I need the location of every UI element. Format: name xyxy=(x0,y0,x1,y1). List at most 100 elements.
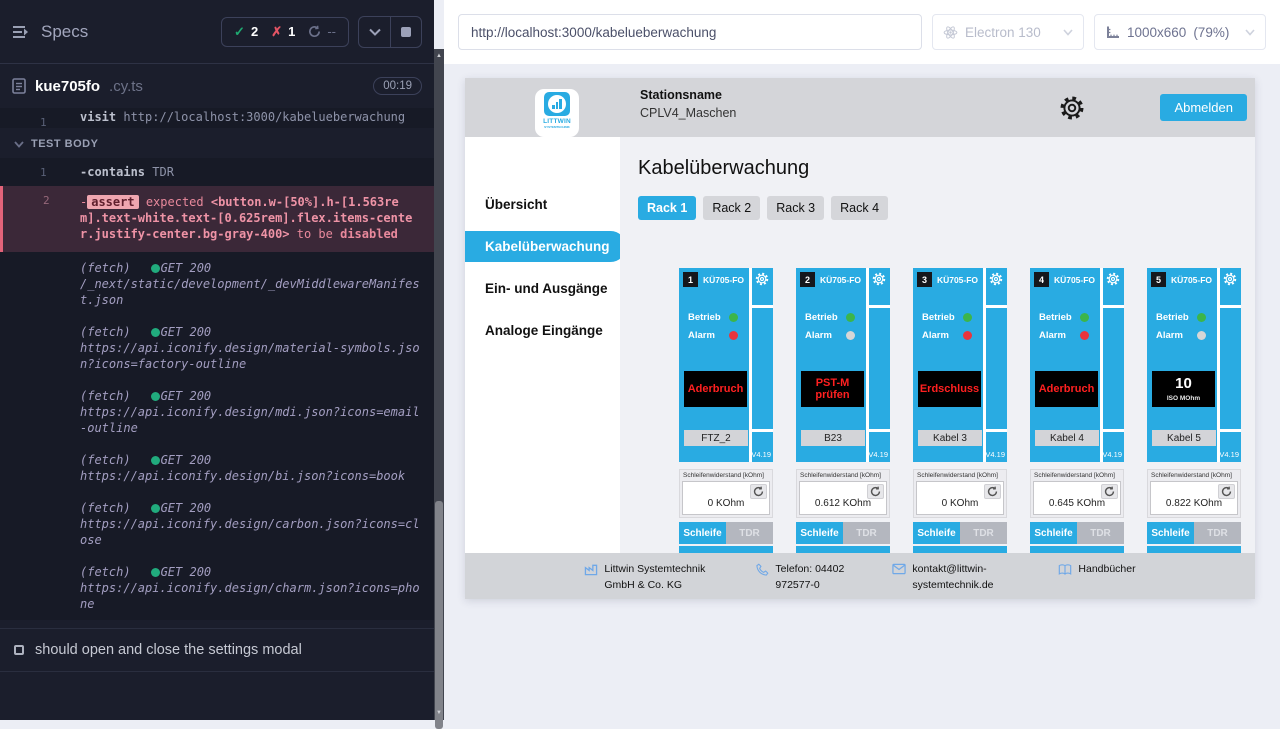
stat-pending[interactable]: -- xyxy=(308,24,336,39)
card-gear-icon[interactable] xyxy=(872,272,887,287)
collapse-tests-button[interactable] xyxy=(359,17,390,47)
reporter-header: Specs ✓ 2 ✗ 1 -- xyxy=(0,0,434,64)
log-assert-command-failed[interactable]: 2 -assert expected <button.w-[50%].h-[1.… xyxy=(0,186,434,252)
tdr-button[interactable]: TDR xyxy=(726,522,773,544)
divider xyxy=(1217,268,1220,462)
viewport-select[interactable]: 1000x660 (79%) xyxy=(1094,14,1266,50)
divider xyxy=(983,268,986,462)
resistance-value: 0.612 KOhm xyxy=(815,498,871,509)
resistance-panel: Schleifenwiderstand [kOhm]0.645 KOhm xyxy=(1030,469,1124,518)
next-test-row[interactable]: should open and close the settings modal xyxy=(0,628,434,672)
fetch-log-entry[interactable]: (fetch)GET 200https://api.iconify.design… xyxy=(0,492,434,556)
resistance-panel: Schleifenwiderstand [kOhm]0 KOhm xyxy=(913,469,1007,518)
card-gear-icon[interactable] xyxy=(989,272,1004,287)
status-text: Aderbruch xyxy=(688,383,744,395)
spec-row[interactable]: kue705fo .cy.ts 00:19 xyxy=(0,64,434,108)
success-dot-icon xyxy=(151,392,160,401)
spec-duration: 00:19 xyxy=(373,77,422,95)
tab-rack-3[interactable]: Rack 3 xyxy=(767,196,824,220)
led-label: Betrieb xyxy=(1039,312,1073,323)
card-title: KÜ705-FO xyxy=(1168,275,1215,285)
fetch-log-entry[interactable]: (fetch)GET 200https://api.iconify.design… xyxy=(0,380,434,444)
schleife-button[interactable]: Schleife xyxy=(796,522,843,544)
tab-rack-1[interactable]: Rack 1 xyxy=(638,196,696,220)
stop-run-button[interactable] xyxy=(390,17,421,47)
fetch-url: https://api.iconify.design/bi.json?icons… xyxy=(80,468,420,484)
led-label: Alarm xyxy=(688,330,722,341)
logout-button[interactable]: Abmelden xyxy=(1160,94,1247,121)
card-gear-icon[interactable] xyxy=(1223,272,1238,287)
fetch-log-entry[interactable]: (fetch)GET 200https://api.iconify.design… xyxy=(0,444,434,492)
tdr-button[interactable]: TDR xyxy=(1077,522,1124,544)
sidebar-item-kabel-berwachung[interactable]: Kabelüberwachung xyxy=(465,231,626,262)
card-buttons: SchleifeTDR xyxy=(1147,522,1241,544)
fetch-log-entry[interactable]: (fetch)GET 200https://api.iconify.design… xyxy=(0,556,434,620)
cable-name: Kabel 5 xyxy=(1152,430,1216,446)
test-stats[interactable]: ✓ 2 ✗ 1 -- xyxy=(221,17,349,47)
specs-menu-icon[interactable] xyxy=(12,24,32,40)
led-row-betrieb: Betrieb xyxy=(1039,312,1089,323)
success-dot-icon xyxy=(151,264,160,273)
refresh-button[interactable] xyxy=(1218,484,1235,499)
fetch-label: (fetch) xyxy=(80,261,131,275)
tdr-button[interactable]: TDR xyxy=(960,522,1007,544)
schleife-button[interactable]: Schleife xyxy=(679,522,726,544)
log-contains-command[interactable]: 1 -contains TDR xyxy=(0,158,434,186)
firmware-version: V4.19 xyxy=(1102,450,1122,459)
footer-manuals-link[interactable]: Handbücher xyxy=(1058,562,1135,578)
scrollbar-thumb[interactable] xyxy=(435,501,443,729)
resistance-panel: Schleifenwiderstand [kOhm]0.612 KOhm xyxy=(796,469,890,518)
refresh-button[interactable] xyxy=(750,484,767,499)
chevron-down-icon xyxy=(1063,29,1073,36)
schleife-button[interactable]: Schleife xyxy=(1030,522,1077,544)
log-visit-command[interactable]: 1 visit http://localhost:3000/kabelueber… xyxy=(0,108,434,128)
alarm-led-on xyxy=(1080,331,1089,340)
settings-gear-icon[interactable] xyxy=(1059,95,1085,121)
led-row-alarm: Alarm xyxy=(688,330,738,341)
url-input[interactable]: http://localhost:3000/kabelueberwachung xyxy=(458,14,922,50)
led-label: Alarm xyxy=(1039,330,1073,341)
betrieb-led-green xyxy=(729,313,738,322)
fetch-method: GET 200 xyxy=(161,453,212,467)
fetch-log-entry[interactable]: (fetch)GET 200/_next/static/development/… xyxy=(0,252,434,316)
card-gear-icon[interactable] xyxy=(1106,272,1121,287)
scroll-up-arrow[interactable]: ▲ xyxy=(434,51,444,61)
stage-toolbar: http://localhost:3000/kabelueberwachung … xyxy=(444,0,1280,64)
browser-select[interactable]: Electron 130 xyxy=(932,14,1084,50)
sidebar-item-analoge-eing-nge[interactable]: Analoge Eingänge xyxy=(465,315,620,346)
resistance-label: Schleifenwiderstand [kOhm] xyxy=(682,471,770,481)
resistance-box: 0.822 KOhm xyxy=(1150,481,1238,515)
schleife-button[interactable]: Schleife xyxy=(1147,522,1194,544)
rack-cards-row: 1KÜ705-FOBetriebAlarmAderbruchFTZ_2V4.19… xyxy=(679,268,1255,556)
status-text: PST-M prüfen xyxy=(801,377,864,401)
scroll-down-arrow[interactable]: ▼ xyxy=(434,708,444,718)
rack-card-4: 4KÜ705-FOBetriebAlarmAderbruchKabel 4V4.… xyxy=(1030,268,1124,556)
card-gear-icon[interactable] xyxy=(755,272,770,287)
tab-rack-2[interactable]: Rack 2 xyxy=(703,196,760,220)
stat-passed[interactable]: ✓ 2 xyxy=(234,24,258,40)
fetch-log-entry[interactable]: (fetch)GET 200https://api.iconify.design… xyxy=(0,316,434,380)
status-value: 10 xyxy=(1175,376,1192,393)
refresh-button[interactable] xyxy=(867,484,884,499)
fetch-method: GET 200 xyxy=(161,261,212,275)
led-label: Betrieb xyxy=(805,312,839,323)
led-block: BetriebAlarm xyxy=(1156,312,1206,348)
tdr-button[interactable]: TDR xyxy=(1194,522,1241,544)
reporter-scrollbar[interactable]: ▲ ▼ xyxy=(434,49,444,720)
app-footer: Littwin Systemtechnik GmbH & Co. KG Tele… xyxy=(465,553,1255,599)
sidebar-item-ein-und-ausg-nge[interactable]: Ein- und Ausgänge xyxy=(465,273,620,304)
stat-failed[interactable]: ✗ 1 xyxy=(271,24,295,40)
refresh-button[interactable] xyxy=(984,484,1001,499)
spec-name: kue705fo xyxy=(35,78,100,95)
tdr-button[interactable]: TDR xyxy=(843,522,890,544)
card-module: 1KÜ705-FOBetriebAlarmAderbruchFTZ_2V4.19 xyxy=(679,268,773,462)
refresh-button[interactable] xyxy=(1101,484,1118,499)
ruler-icon xyxy=(1105,25,1120,40)
visit-url: http://localhost:3000/kabelueberwachung xyxy=(123,110,405,124)
rack-card-2: 2KÜ705-FOBetriebAlarmPST-M prüfenB23V4.1… xyxy=(796,268,890,556)
card-number: 3 xyxy=(917,272,932,287)
tab-rack-4[interactable]: Rack 4 xyxy=(831,196,888,220)
test-body-section-header[interactable]: TEST BODY xyxy=(0,128,434,158)
sidebar-item--bersicht[interactable]: Übersicht xyxy=(465,189,620,220)
schleife-button[interactable]: Schleife xyxy=(913,522,960,544)
